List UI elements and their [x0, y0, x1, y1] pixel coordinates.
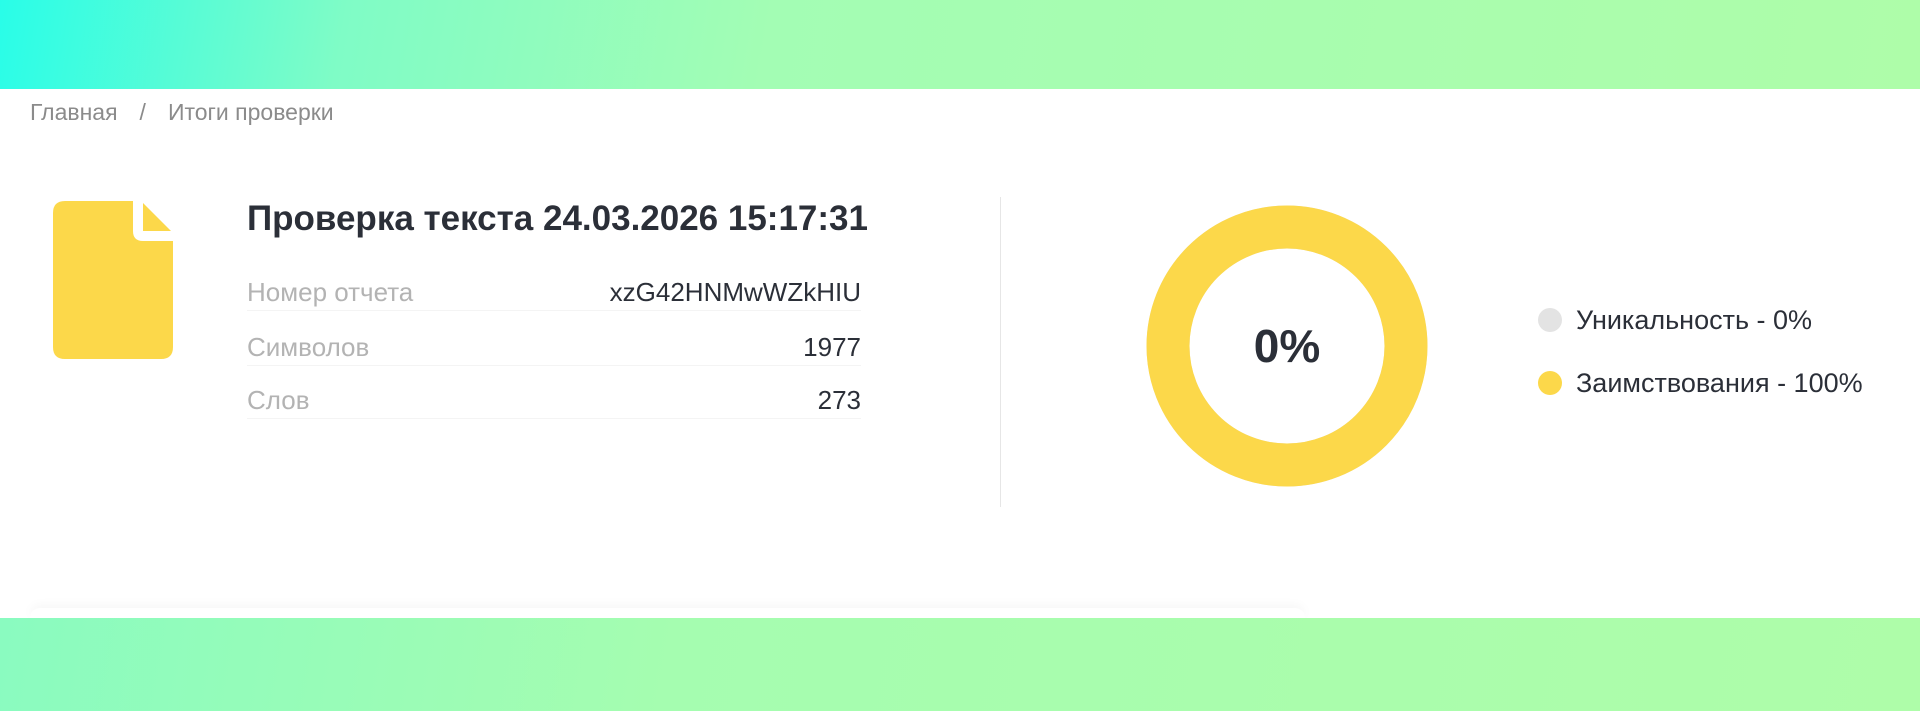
legend-item-borrowing: Заимствования - 100% [1538, 363, 1863, 403]
report-title: Проверка текста 24.03.2026 15:17:31 [247, 199, 868, 238]
report-number-label: Номер отчета [247, 276, 414, 307]
document-icon [53, 201, 173, 359]
words-value: 273 [817, 384, 861, 415]
legend-label-borrowing: Заимствования - 100% [1576, 367, 1863, 398]
words-row: Слов 273 [247, 382, 861, 419]
uniqueness-percentage: 0% [1253, 320, 1321, 372]
breadcrumb: Главная / Итоги проверки [30, 97, 334, 127]
legend-label-uniqueness: Уникальность - 0% [1576, 304, 1813, 335]
legend-item-uniqueness: Уникальность - 0% [1538, 300, 1863, 340]
next-card-edge [30, 608, 1305, 618]
legend-dot-borrowing [1538, 371, 1562, 395]
vertical-divider [1000, 197, 1001, 507]
breadcrumb-home-link[interactable]: Главная [30, 99, 118, 126]
legend-dot-uniqueness [1538, 308, 1562, 332]
bottom-gradient-banner [0, 618, 1920, 711]
report-number-row: Номер отчета xzG42HNMwWZkHIU [247, 274, 861, 311]
breadcrumb-separator: / [139, 98, 146, 125]
report-number-value: xzG42HNMwWZkHIU [609, 276, 861, 307]
breadcrumb-current: Итоги проверки [167, 98, 334, 125]
top-gradient-banner [0, 0, 1920, 89]
characters-value: 1977 [803, 331, 861, 362]
characters-label: Символов [247, 331, 370, 362]
characters-row: Символов 1977 [247, 329, 861, 366]
words-label: Слов [247, 384, 310, 415]
chart-legend: Уникальность - 0% Заимствования - 100% [1538, 300, 1863, 426]
